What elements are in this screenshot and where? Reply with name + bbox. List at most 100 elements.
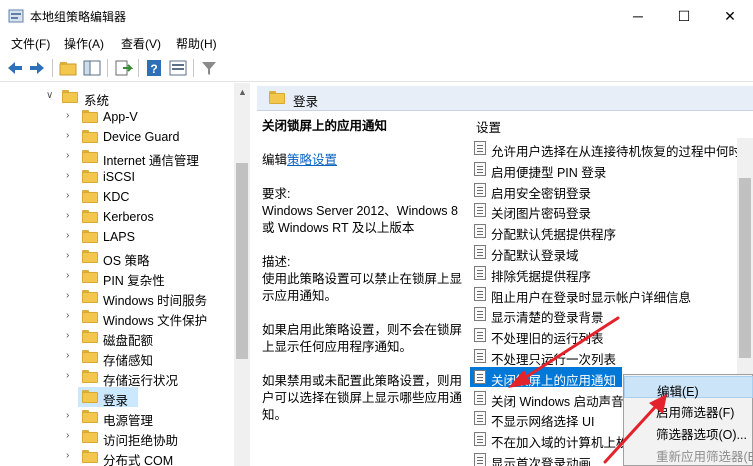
up-folder-icon[interactable]: [58, 58, 78, 78]
folder-icon: [82, 290, 98, 303]
setting-label: 分配默认登录域: [491, 249, 579, 263]
tree-item[interactable]: › Kerberos: [0, 207, 234, 227]
policy-setting-icon: [474, 161, 486, 176]
chevron-right-icon[interactable]: ›: [66, 190, 69, 201]
folder-icon: [269, 91, 285, 104]
tree-item[interactable]: › Windows 时间服务: [0, 287, 234, 308]
chevron-right-icon[interactable]: ›: [66, 350, 69, 361]
setting-row[interactable]: 不处理只运行一次列表: [470, 346, 753, 367]
chevron-right-icon[interactable]: ›: [66, 430, 69, 441]
setting-row[interactable]: 启用便捷型 PIN 登录: [470, 159, 753, 180]
tree-item[interactable]: › Device Guard: [0, 127, 234, 147]
chevron-right-icon[interactable]: ›: [66, 290, 69, 301]
tree-item[interactable]: › App-V: [0, 107, 234, 127]
edit-prefix: 编辑: [262, 153, 288, 167]
maximize-button[interactable]: ☐: [661, 0, 707, 32]
tree-item[interactable]: › 电源管理: [0, 407, 234, 428]
tree-item-label: 分布式 COM: [103, 454, 174, 466]
folder-icon: [82, 270, 98, 283]
chevron-right-icon[interactable]: ›: [66, 270, 69, 281]
scroll-up-arrow-icon[interactable]: ▲: [238, 87, 247, 97]
policy-settings-link[interactable]: 策略设置: [287, 153, 337, 167]
tree-item-system[interactable]: ∨ 系统: [0, 87, 234, 108]
setting-row[interactable]: 不处理旧的运行列表: [470, 325, 753, 347]
tree-item[interactable]: › Windows 文件保护: [0, 307, 234, 328]
context-menu-item[interactable]: 启用筛选器(F): [624, 398, 753, 420]
tree-item[interactable]: › 访问拒绝协助: [0, 427, 234, 448]
tree-item[interactable]: › iSCSI: [0, 167, 234, 187]
policy-setting-icon: [474, 245, 486, 259]
chevron-right-icon[interactable]: ›: [66, 370, 69, 381]
tree-item[interactable]: › KDC: [0, 187, 234, 207]
scroll-thumb[interactable]: [739, 178, 751, 358]
tree-item[interactable]: › OS 策略: [0, 247, 234, 268]
tree-item[interactable]: › 磁盘配额: [0, 327, 234, 348]
setting-row[interactable]: 排除凭据提供程序: [470, 263, 753, 284]
requirements-label: 要求:: [262, 187, 291, 201]
folder-icon: [82, 370, 98, 383]
tree-pane: ∨ 系统 › App-V › Device Guard › Internet 通信管理 › iSC…: [0, 83, 250, 466]
back-icon[interactable]: [5, 58, 25, 78]
description-label: 描述:: [262, 255, 291, 269]
context-menu-item[interactable]: 筛选器选项(O)...: [624, 420, 753, 442]
toolbar-separator: [138, 59, 139, 77]
chevron-right-icon[interactable]: ›: [66, 330, 69, 341]
chevron-right-icon[interactable]: ›: [66, 310, 69, 321]
tree-item[interactable]: › 分布式 COM: [0, 447, 234, 466]
minimize-button[interactable]: ─: [615, 0, 661, 32]
setting-row[interactable]: 显示清楚的登录背景: [470, 304, 753, 325]
folder-icon: [82, 450, 98, 463]
tree-item[interactable]: › PIN 复杂性: [0, 267, 234, 288]
setting-row[interactable]: 关闭图片密码登录: [470, 200, 753, 221]
chevron-down-icon[interactable]: ∨: [46, 90, 53, 101]
chevron-right-icon[interactable]: ›: [66, 150, 69, 161]
setting-row[interactable]: 关闭锁屏上的应用通知: [470, 366, 622, 388]
enabled-explanation: 如果启用此策略设置，则不会在锁屏上显示任何应用程序通知。: [262, 323, 463, 354]
menu-action[interactable]: 操作(A): [64, 35, 104, 52]
tree-item-label: App-V: [103, 110, 138, 124]
chevron-right-icon[interactable]: ›: [66, 410, 69, 421]
close-button[interactable]: ✕: [707, 0, 753, 32]
chevron-right-icon[interactable]: ›: [66, 130, 69, 141]
toolbar-separator: [107, 59, 108, 77]
setting-label: 不在加入域的计算机上枚: [491, 436, 629, 451]
tree-item[interactable]: › Internet 通信管理: [0, 147, 234, 168]
chevron-right-icon[interactable]: ›: [66, 450, 69, 461]
tree-item[interactable]: › LAPS: [0, 227, 234, 247]
setting-row[interactable]: 分配默认凭据提供程序: [470, 221, 753, 243]
scroll-thumb[interactable]: [236, 163, 248, 359]
filter-icon[interactable]: [199, 58, 219, 78]
chevron-right-icon[interactable]: ›: [66, 250, 69, 261]
folder-icon: [82, 150, 98, 163]
tree-item[interactable]: 登录: [78, 387, 138, 408]
menu-file[interactable]: 文件(F): [11, 35, 50, 52]
tree-item[interactable]: › 存储感知: [0, 347, 234, 368]
export-list-icon[interactable]: [113, 58, 133, 78]
setting-row[interactable]: 分配默认登录域: [470, 242, 753, 263]
tree-scrollbar[interactable]: ▲: [234, 83, 250, 466]
setting-label: 启用安全密钥登录: [491, 186, 592, 201]
edit-policy-line: 编辑策略设置: [262, 152, 462, 169]
chevron-right-icon[interactable]: ›: [66, 110, 69, 121]
menu-help[interactable]: 帮助(H): [176, 35, 217, 52]
help-icon[interactable]: ?: [144, 58, 164, 78]
setting-row[interactable]: 允许用户选择在从连接待机恢复的过程中何时: [470, 138, 753, 159]
description-text: 使用此策略设置可以禁止在锁屏上显示应用通知。: [262, 272, 463, 303]
chevron-right-icon[interactable]: ›: [66, 210, 69, 221]
chevron-right-icon[interactable]: ›: [66, 230, 69, 241]
setting-row[interactable]: 启用安全密钥登录: [470, 180, 753, 201]
forward-icon[interactable]: [27, 58, 47, 78]
chevron-right-icon[interactable]: ›: [66, 170, 69, 181]
show-hide-tree-icon[interactable]: [82, 58, 102, 78]
group-policy-app-icon: [8, 9, 24, 23]
setting-label: 分配默认凭据提供程序: [491, 228, 617, 243]
folder-icon: [82, 110, 98, 123]
settings-column-header[interactable]: 设置: [476, 117, 501, 136]
setting-row[interactable]: 阻止用户在登录时显示帐户详细信息: [470, 284, 753, 305]
setting-label: 不处理旧的运行列表: [491, 332, 604, 347]
menu-view[interactable]: 查看(V): [121, 35, 161, 52]
context-menu-item[interactable]: 编辑(E): [624, 376, 753, 399]
tree-item[interactable]: › 存储运行状况: [0, 367, 234, 388]
properties-icon[interactable]: [168, 58, 188, 78]
policy-setting-icon: [474, 349, 486, 363]
